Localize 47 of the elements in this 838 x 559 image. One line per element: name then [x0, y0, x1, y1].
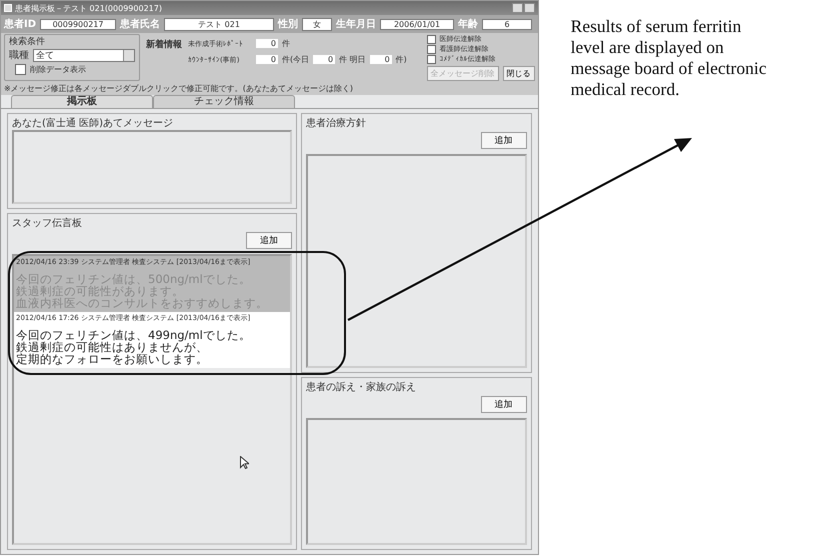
section-title: 新着情報: [146, 38, 182, 52]
field-value: 2006/01/01: [380, 18, 454, 30]
tab[interactable]: 掲示板: [11, 95, 153, 108]
count-unit: 件): [396, 54, 407, 65]
add-button[interactable]: 追加: [480, 132, 527, 149]
field-value: 6: [482, 18, 532, 30]
count-field: 0: [256, 55, 278, 64]
field-label: 患者氏名: [120, 18, 160, 31]
field-value: 0009900217: [40, 18, 116, 30]
add-button[interactable]: 追加: [480, 396, 527, 413]
count-unit: 件: [282, 38, 290, 49]
count-field: 0: [313, 55, 336, 64]
panel-title: あなた(富士通 医師)あてメッセージ: [12, 116, 174, 130]
annotation-text: Results of serum ferritin level are displayed on message board of electronic medical record.: [570, 16, 768, 100]
count-field: 0: [256, 39, 278, 48]
checkbox[interactable]: [426, 54, 436, 64]
hint-text: ※メッセージ修正は各メッセージダブルクリックで修正可能です。(あなたあてメッセージは除く): [1, 82, 538, 95]
add-button[interactable]: 追加: [246, 232, 292, 249]
field-label: 職種: [9, 48, 29, 62]
message-line: 鉄過剰症の可能性はありませんが、: [16, 341, 208, 353]
close-button[interactable]: 閉じる: [502, 66, 535, 81]
checkbox-label: 削除データ表示: [30, 64, 86, 75]
field-label: 年齢: [458, 18, 478, 31]
checkbox[interactable]: [426, 44, 436, 54]
panel-title: 患者治療方針: [306, 116, 367, 130]
app-icon: [4, 4, 12, 12]
panel-title: スタッフ伝言板: [12, 216, 83, 230]
field-value: テスト 021: [164, 18, 274, 30]
maximize-button[interactable]: [524, 3, 535, 13]
message-line: 定期的なフォローをお願いします。: [16, 353, 209, 365]
checkbox[interactable]: [426, 34, 436, 44]
count-field: 0: [370, 55, 392, 64]
window-title: 患者掲示板－テスト 021(0009900217): [15, 2, 162, 14]
cursor-icon: [240, 456, 249, 469]
field-label: 患者ID: [4, 18, 36, 31]
field-value: 女: [302, 18, 332, 30]
checkbox[interactable]: [15, 64, 26, 75]
job-dropdown[interactable]: 全て: [33, 48, 135, 62]
count-unit: 件 明日: [339, 54, 366, 65]
tab[interactable]: チェック情報: [153, 95, 295, 108]
field-label: 性別: [278, 18, 298, 31]
field-label: 生年月日: [336, 18, 376, 31]
minimize-button[interactable]: [512, 3, 523, 13]
group-title: 検索条件: [9, 36, 46, 48]
panel-title: 患者の訴え・家族の訴え: [306, 380, 417, 394]
message-line: 今回のフェリチン値は、499ng/mlでした。: [16, 329, 252, 341]
count-unit: 件(今日: [282, 54, 310, 65]
